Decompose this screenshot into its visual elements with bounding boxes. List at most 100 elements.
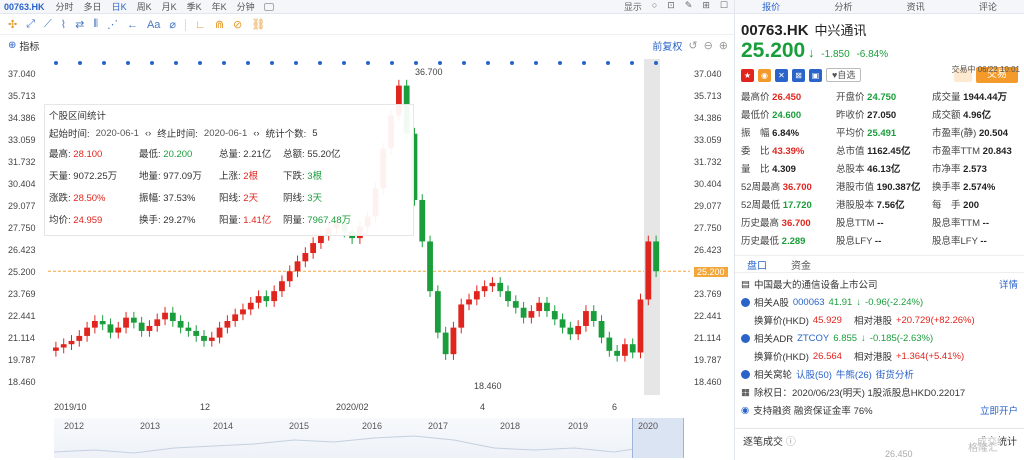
- candle-body[interactable]: [645, 241, 652, 300]
- candle-body[interactable]: [247, 302, 254, 310]
- add-watchlist-button[interactable]: ♥自选: [826, 68, 862, 82]
- lock-drawings-icon[interactable]: ⛓: [251, 18, 265, 31]
- candle-body[interactable]: [489, 282, 496, 287]
- candle-body[interactable]: [653, 241, 659, 272]
- candle-body[interactable]: [614, 350, 621, 356]
- period-tab-quarterly[interactable]: 季K: [182, 0, 207, 13]
- candle-body[interactable]: [169, 312, 176, 322]
- candle-body[interactable]: [115, 327, 122, 333]
- candle-body[interactable]: [68, 340, 75, 345]
- magnet-icon[interactable]: ⋒: [215, 18, 224, 31]
- event-dot[interactable]: [102, 61, 106, 65]
- candle-body[interactable]: [318, 234, 324, 244]
- candle-body[interactable]: [177, 321, 184, 328]
- indicator-icon[interactable]: ⊕: [8, 40, 16, 51]
- alert-icon[interactable]: ◉: [758, 68, 771, 82]
- candle-body[interactable]: [91, 321, 98, 328]
- event-dot[interactable]: [558, 61, 562, 65]
- candle-body[interactable]: [224, 321, 231, 328]
- candle-body[interactable]: [481, 286, 488, 292]
- tab-quote[interactable]: 报价: [762, 0, 780, 13]
- street-analysis-link[interactable]: 街货分析: [876, 367, 914, 381]
- event-dot[interactable]: [318, 61, 322, 65]
- screenshot-icon[interactable]: ⊡: [667, 0, 675, 13]
- candle-body[interactable]: [60, 344, 67, 348]
- tab-analysis[interactable]: 分析: [834, 0, 852, 13]
- event-dot[interactable]: [510, 61, 514, 65]
- event-dot[interactable]: [270, 61, 274, 65]
- tab-fund[interactable]: 资金: [791, 257, 811, 272]
- candle-body[interactable]: [232, 314, 239, 322]
- zoom-out-icon[interactable]: ⊖: [704, 39, 713, 52]
- event-dot[interactable]: [150, 61, 154, 65]
- candle-body[interactable]: [520, 307, 527, 318]
- hide-drawings-icon[interactable]: ⊘: [233, 18, 242, 31]
- event-dot[interactable]: [630, 61, 634, 65]
- candle-body[interactable]: [162, 312, 168, 320]
- candle-body[interactable]: [450, 327, 457, 355]
- period-tab-monthly[interactable]: 月K: [157, 0, 182, 13]
- detail-link[interactable]: 详情: [999, 277, 1018, 291]
- crosshair-icon[interactable]: ✣: [8, 18, 17, 31]
- tab-orderbook[interactable]: 盘口: [747, 257, 767, 272]
- segment-icon[interactable]: ⌇: [61, 18, 66, 31]
- candle-body[interactable]: [263, 296, 270, 302]
- candle-body[interactable]: [637, 299, 644, 353]
- share-icon[interactable]: ▣: [809, 68, 822, 82]
- candle-body[interactable]: [590, 311, 597, 322]
- measure-icon[interactable]: ⌀: [169, 18, 176, 31]
- candle-body[interactable]: [240, 309, 246, 315]
- candle-body[interactable]: [528, 311, 535, 318]
- tick-trades-tab[interactable]: 逐笔成交 ⓘ: [743, 433, 796, 456]
- candle-body[interactable]: [185, 327, 192, 331]
- pencil-icon[interactable]: ✎: [685, 0, 693, 13]
- indicator-button[interactable]: 指标: [19, 38, 39, 53]
- candle-body[interactable]: [606, 337, 613, 351]
- period-tab-daily[interactable]: 日K: [107, 0, 132, 13]
- candle-body[interactable]: [201, 335, 207, 341]
- candle-body[interactable]: [434, 291, 441, 333]
- candle-body[interactable]: [123, 317, 129, 328]
- candle-body[interactable]: [583, 311, 589, 326]
- candle-body[interactable]: [76, 335, 83, 341]
- period-tab-yearly[interactable]: 年K: [207, 0, 232, 13]
- fibonacci-icon[interactable]: ⫴: [93, 18, 98, 31]
- trendline-icon[interactable]: ⟋: [44, 18, 52, 31]
- event-dot[interactable]: [462, 61, 466, 65]
- event-dot[interactable]: [486, 61, 490, 65]
- candle-body[interactable]: [505, 291, 511, 302]
- call-warrant-link[interactable]: 认股(50): [796, 367, 832, 381]
- event-dot[interactable]: [342, 61, 346, 65]
- candle-body[interactable]: [497, 282, 504, 292]
- window-icon[interactable]: ☐: [720, 0, 728, 13]
- period-tab-weekly[interactable]: 周K: [132, 0, 157, 13]
- candle-body[interactable]: [53, 347, 59, 351]
- ruler-icon[interactable]: ∟: [195, 19, 206, 31]
- candle-body[interactable]: [466, 299, 472, 305]
- stock-code-tab[interactable]: 00763.HK: [0, 2, 51, 12]
- event-dot[interactable]: [174, 61, 178, 65]
- start-value[interactable]: 2020-06-1: [96, 128, 139, 139]
- open-account-link[interactable]: 立即开户: [980, 403, 1018, 417]
- candle-body[interactable]: [622, 344, 628, 356]
- candle-body[interactable]: [629, 344, 636, 353]
- event-dot[interactable]: [126, 61, 130, 65]
- candle-body[interactable]: [99, 321, 106, 325]
- period-dropdown-icon[interactable]: [263, 2, 274, 11]
- candle-body[interactable]: [544, 302, 550, 312]
- event-dot[interactable]: [654, 61, 658, 65]
- wave-icon[interactable]: ⋰: [107, 18, 118, 31]
- adr-code[interactable]: ZTCOY: [797, 333, 829, 344]
- period-tab-fs[interactable]: 分时: [51, 0, 79, 13]
- event-dot[interactable]: [582, 61, 586, 65]
- candle-body[interactable]: [473, 291, 480, 300]
- candle-body[interactable]: [193, 330, 200, 336]
- tab-news[interactable]: 资讯: [907, 0, 925, 13]
- channel-icon[interactable]: ⇄: [75, 18, 84, 31]
- candle-body[interactable]: [216, 327, 223, 338]
- candle-body[interactable]: [567, 327, 574, 335]
- grid-icon[interactable]: ⊞: [702, 0, 710, 13]
- candle-body[interactable]: [575, 325, 582, 335]
- candle-body[interactable]: [208, 337, 215, 341]
- candle-body[interactable]: [598, 321, 605, 338]
